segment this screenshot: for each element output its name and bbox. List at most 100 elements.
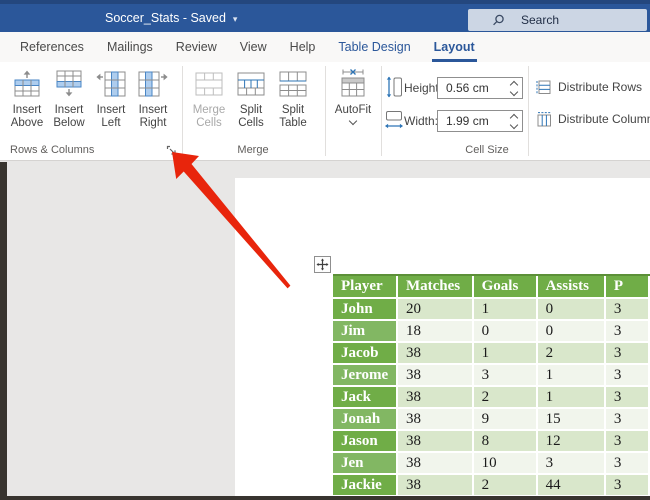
header-cell[interactable]: Player: [333, 276, 398, 299]
table-row: John 20 1 0 3: [333, 299, 650, 321]
column-width-icon: [384, 110, 404, 132]
ribbon-tab-bar: References Mailings Review View Help Tab…: [0, 32, 650, 62]
split-table-button[interactable]: Split Table: [272, 66, 314, 154]
spin-down-icon[interactable]: [510, 121, 518, 129]
table-cell[interactable]: 38: [398, 365, 474, 387]
tab-references[interactable]: References: [20, 32, 84, 62]
autofit-label: AutoFit: [335, 104, 371, 117]
table-row: Jim 18 0 0 3: [333, 321, 650, 343]
tab-table-design[interactable]: Table Design: [338, 32, 410, 62]
insert-right-label: Insert Right: [132, 104, 174, 130]
table-cell[interactable]: 0: [474, 321, 538, 343]
width-input[interactable]: 1.99 cm: [437, 110, 523, 132]
insert-right-icon: [137, 66, 169, 102]
table-cell[interactable]: 38: [398, 475, 474, 497]
table-cell[interactable]: 2: [474, 475, 538, 497]
table-cell[interactable]: 8: [474, 431, 538, 453]
row-label-cell[interactable]: Jacob: [333, 343, 398, 365]
tab-mailings[interactable]: Mailings: [107, 32, 153, 62]
row-label-cell[interactable]: Jen: [333, 453, 398, 475]
table-cell[interactable]: 38: [398, 431, 474, 453]
width-spinner[interactable]: [511, 115, 517, 128]
table-move-handle[interactable]: [314, 256, 331, 273]
distribute-columns-icon: [536, 111, 552, 127]
table-cell[interactable]: 0: [538, 321, 606, 343]
row-label-cell[interactable]: Jack: [333, 387, 398, 409]
group-separator: [528, 66, 529, 156]
table-cell[interactable]: 44: [538, 475, 606, 497]
table-cell[interactable]: 3: [606, 475, 650, 497]
move-icon: [316, 258, 329, 271]
height-input[interactable]: 0.56 cm: [437, 77, 523, 99]
table-cell[interactable]: 3: [606, 343, 650, 365]
merge-cells-button[interactable]: Merge Cells: [188, 66, 230, 154]
tab-help[interactable]: Help: [290, 32, 316, 62]
table-cell[interactable]: 1: [538, 365, 606, 387]
height-spinner[interactable]: [511, 82, 517, 95]
merge-group-label: Merge: [183, 144, 323, 156]
header-cell[interactable]: Assists: [538, 276, 606, 299]
table-cell[interactable]: 20: [398, 299, 474, 321]
insert-left-button[interactable]: Insert Left: [90, 66, 132, 154]
insert-left-icon: [95, 66, 127, 102]
table-cell[interactable]: 9: [474, 409, 538, 431]
table-cell[interactable]: 1: [474, 343, 538, 365]
table-cell[interactable]: 38: [398, 453, 474, 475]
insert-above-button[interactable]: Insert Above: [6, 66, 48, 154]
table-cell[interactable]: 3: [606, 453, 650, 475]
table-cell[interactable]: 3: [606, 365, 650, 387]
distribute-columns-button[interactable]: Distribute Columns: [536, 111, 650, 127]
table-cell[interactable]: 3: [606, 409, 650, 431]
distribute-rows-button[interactable]: Distribute Rows: [536, 79, 642, 95]
autofit-button[interactable]: AutoFit: [327, 66, 379, 154]
table-cell[interactable]: 38: [398, 409, 474, 431]
window-edge-bottom: [0, 496, 650, 500]
split-table-label: Split Table: [272, 104, 314, 130]
table-cell[interactable]: 2: [538, 343, 606, 365]
table-cell[interactable]: 18: [398, 321, 474, 343]
header-cell[interactable]: Matches: [398, 276, 474, 299]
table-cell[interactable]: 3: [606, 299, 650, 321]
row-label-cell[interactable]: Jerome: [333, 365, 398, 387]
merge-cells-icon: [193, 66, 225, 102]
row-label-cell[interactable]: Jackie: [333, 475, 398, 497]
group-separator: [182, 66, 183, 156]
row-label-cell[interactable]: Jim: [333, 321, 398, 343]
insert-below-button[interactable]: Insert Below: [48, 66, 90, 154]
row-label-cell[interactable]: Jonah: [333, 409, 398, 431]
header-cell[interactable]: P: [606, 276, 650, 299]
table-cell[interactable]: 1: [538, 387, 606, 409]
tab-review[interactable]: Review: [176, 32, 217, 62]
tab-view[interactable]: View: [240, 32, 267, 62]
header-cell[interactable]: Goals: [474, 276, 538, 299]
table-row: Jason 38 8 12 3: [333, 431, 650, 453]
table-row: Jackie 38 2 44 3: [333, 475, 650, 497]
table-cell[interactable]: 10: [474, 453, 538, 475]
table-cell[interactable]: 12: [538, 431, 606, 453]
row-label-cell[interactable]: Jason: [333, 431, 398, 453]
insert-below-icon: [53, 66, 85, 102]
table-cell[interactable]: 3: [606, 321, 650, 343]
rows-columns-dialog-launcher[interactable]: [166, 144, 178, 156]
table-cell[interactable]: 2: [474, 387, 538, 409]
table-cell[interactable]: 1: [474, 299, 538, 321]
insert-right-button[interactable]: Insert Right: [132, 66, 174, 154]
window-edge-left: [0, 162, 7, 500]
search-input[interactable]: Search: [468, 9, 647, 31]
split-cells-button[interactable]: Split Cells: [230, 66, 272, 154]
table-cell[interactable]: 3: [538, 453, 606, 475]
table-row: Jack 38 2 1 3: [333, 387, 650, 409]
table-cell[interactable]: 3: [474, 365, 538, 387]
table-cell[interactable]: 38: [398, 343, 474, 365]
table-cell[interactable]: 3: [606, 431, 650, 453]
document-title-dropdown[interactable]: Soccer_Stats - Saved▾: [105, 11, 237, 25]
table-cell[interactable]: 38: [398, 387, 474, 409]
table-cell[interactable]: 3: [606, 387, 650, 409]
split-table-icon: [277, 66, 309, 102]
spin-down-icon[interactable]: [510, 88, 518, 96]
tab-layout[interactable]: Layout: [434, 32, 475, 62]
insert-below-label: Insert Below: [48, 104, 90, 130]
table-cell[interactable]: 15: [538, 409, 606, 431]
row-label-cell[interactable]: John: [333, 299, 398, 321]
table-cell[interactable]: 0: [538, 299, 606, 321]
